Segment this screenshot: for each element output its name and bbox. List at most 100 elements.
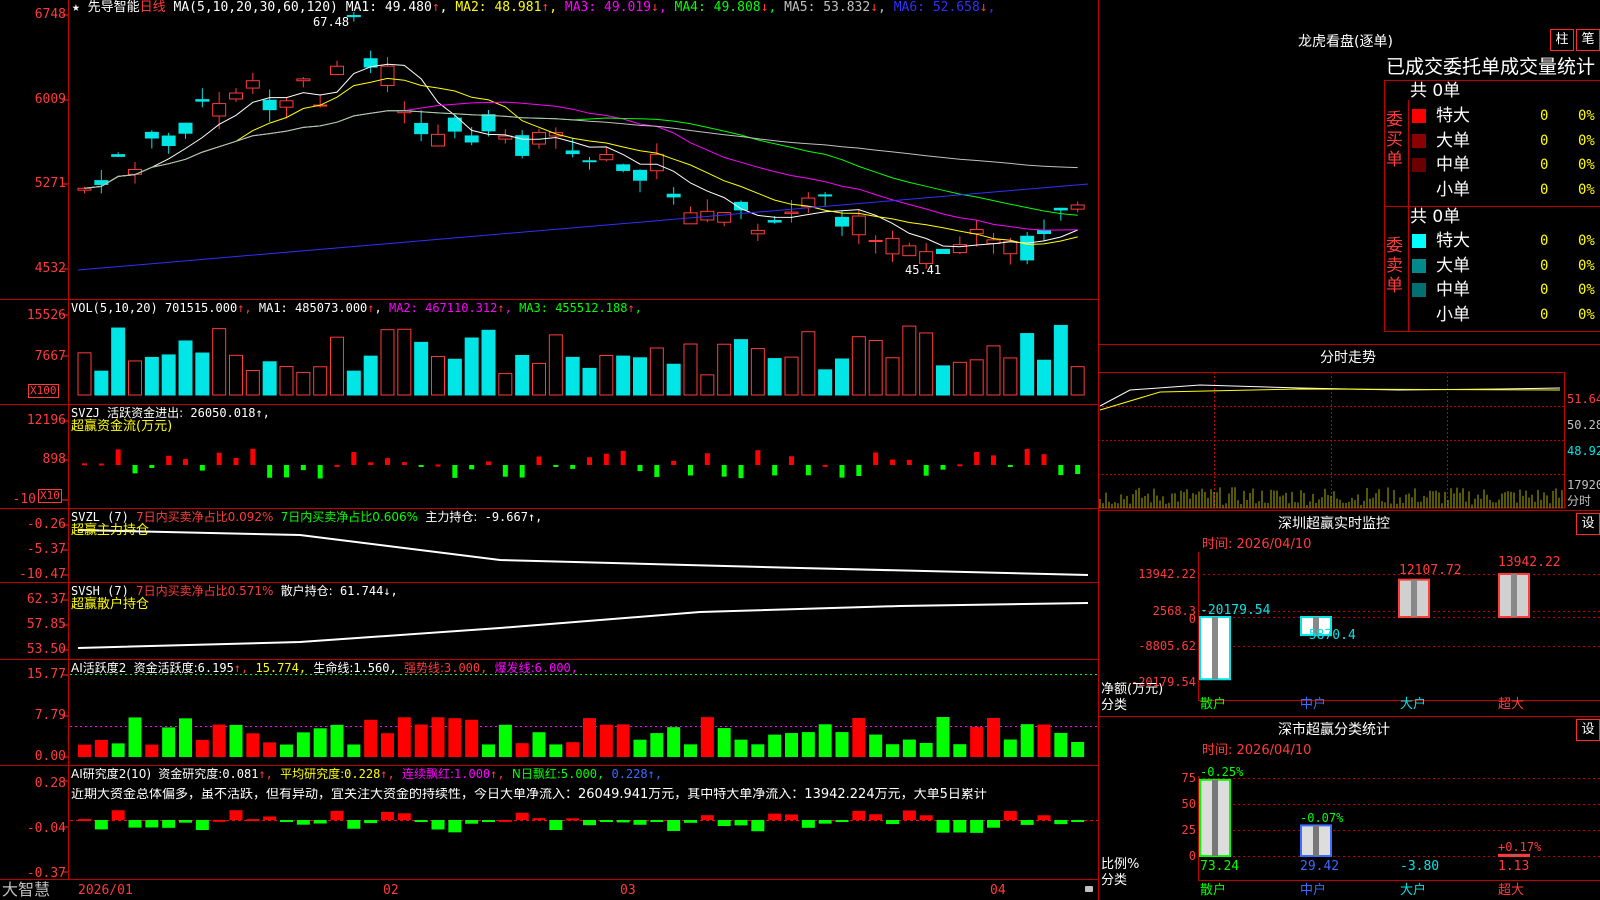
order-percent: 0% [1578, 233, 1595, 249]
volume-bar [767, 358, 782, 396]
research-bar [852, 810, 866, 820]
activity-bar [397, 717, 411, 757]
sz-class-settings-button[interactable]: 设 [1576, 719, 1600, 741]
activity-bar [801, 732, 815, 757]
svzj-indicator-name[interactable]: SVZJ [71, 406, 100, 420]
intraday-axis-1: 51.64 [1567, 392, 1600, 406]
ai1-axis-1: 15.77 [26, 667, 66, 682]
volume-bar [1070, 366, 1085, 396]
order-percent: 0% [1578, 182, 1595, 199]
candle-body [885, 237, 900, 255]
activity-bar [566, 742, 580, 757]
research-bar [970, 820, 984, 833]
flow-bar [250, 448, 256, 465]
svsh-axis-2: 57.85 [26, 617, 66, 632]
sz-monitor-time: 时间: 2026/04/10 [1202, 537, 1312, 552]
svzl-indicator-name[interactable]: SVZL (7) [71, 510, 129, 524]
sz-monitor-settings-button[interactable]: 设 [1576, 513, 1600, 535]
ai2-commentary: 近期大资金总体偏多，虽不活跃，但有异动，宜关注大资金的持续性，今日大单净流入：2… [71, 788, 987, 802]
volume-bar [734, 339, 748, 396]
tick-view-button[interactable]: 笔 [1576, 29, 1600, 51]
svzl-axis-3: -10.47 [19, 567, 66, 582]
volume-bar [1053, 324, 1068, 396]
ai2-value1: 0.081 [222, 767, 259, 781]
research-bar [549, 820, 563, 830]
research-bar [936, 820, 950, 833]
column-view-button[interactable]: 柱 [1550, 29, 1574, 51]
candle-body [414, 122, 429, 135]
research-bar [128, 820, 142, 828]
research-bar [347, 820, 361, 829]
ma-label: MA2: [455, 0, 487, 15]
ai2-indicator-name[interactable]: AI研究度2(10) [71, 767, 151, 781]
flow-bar [940, 465, 946, 470]
vol-axis-7667: 7667 [34, 349, 66, 364]
svzj-multiplier: X10 [38, 489, 62, 503]
sz-monitor-axis-1: 13942.22 [1138, 567, 1196, 581]
activity-bar [886, 744, 899, 757]
flow-bar [856, 465, 862, 476]
sz-monitor-bar-shade [1511, 574, 1517, 617]
flow-bar [98, 463, 104, 466]
svzj-arrow: ↑, [255, 406, 270, 420]
flow-bar [873, 452, 879, 465]
volume-bar [919, 332, 934, 396]
research-bar [498, 819, 512, 822]
activity-bar [599, 724, 613, 757]
flow-bar [267, 465, 273, 478]
period-label[interactable]: 日线 [140, 0, 166, 15]
flow-bar [418, 465, 424, 467]
order-type: 小单 [1436, 305, 1470, 326]
intraday-axis-4: 17920 [1567, 478, 1600, 492]
ai1-indicator-name[interactable]: AI活跃度2 [71, 661, 126, 675]
ai2-sep4: , [597, 767, 605, 781]
favorite-star-icon[interactable]: ★ [72, 0, 80, 15]
flow-bar [132, 465, 138, 474]
sz-class-value-label: 1.13 [1498, 859, 1530, 874]
svsh-indicator-name[interactable]: SVSH (7) [71, 584, 129, 598]
flow-bar [688, 465, 693, 476]
ma2-line [84, 77, 1078, 246]
candle-body [868, 239, 883, 242]
ai2-arrow5: ↑, [647, 767, 663, 781]
candle-body [835, 216, 849, 227]
ai1-arrow1: ↑, [233, 661, 249, 675]
vol-indicator-name[interactable]: VOL(5,10,20) [71, 301, 158, 315]
research-bar [583, 820, 596, 826]
flow-bar [452, 465, 458, 478]
activity-bar [448, 718, 462, 757]
research-bar [330, 810, 344, 820]
sz-monitor-xlabel: 分类 [1101, 698, 1128, 713]
lock-icon[interactable] [1085, 886, 1093, 892]
volume-bar [245, 370, 260, 396]
activity-bar [1054, 732, 1068, 757]
activity-bar [313, 728, 327, 757]
sz-monitor-ylabel: 净额(万元) [1101, 682, 1164, 697]
activity-bar [347, 744, 361, 757]
ma-value: 52.658 [932, 0, 980, 15]
order-type: 中单 [1436, 155, 1470, 176]
ai1-label5: 爆发线: [494, 661, 535, 675]
flow-bar [183, 459, 188, 465]
research-bar [734, 820, 748, 826]
ma-indicator-name[interactable]: MA(5,10,20,30,60,120) [174, 0, 338, 15]
activity-bar [330, 724, 344, 757]
research-bar [465, 820, 479, 824]
volume-bar [77, 352, 92, 396]
candle-body [481, 114, 496, 132]
ma5-line [84, 110, 1078, 189]
flow-bar [166, 455, 172, 465]
flow-bar [704, 453, 710, 465]
ai2-value2: 0.228 [344, 767, 381, 781]
research-bar [785, 814, 798, 820]
volume-bar [94, 370, 109, 396]
research-bar [94, 820, 108, 830]
research-bar [751, 820, 765, 832]
volume-bar [700, 374, 715, 396]
ma5-legend: MA5: 53.832↓, [784, 0, 886, 15]
flow-bar [351, 452, 357, 465]
candle-body [178, 122, 193, 134]
volume-bar [986, 345, 1001, 396]
candle-body [195, 99, 210, 102]
volume-bar [1020, 333, 1035, 396]
